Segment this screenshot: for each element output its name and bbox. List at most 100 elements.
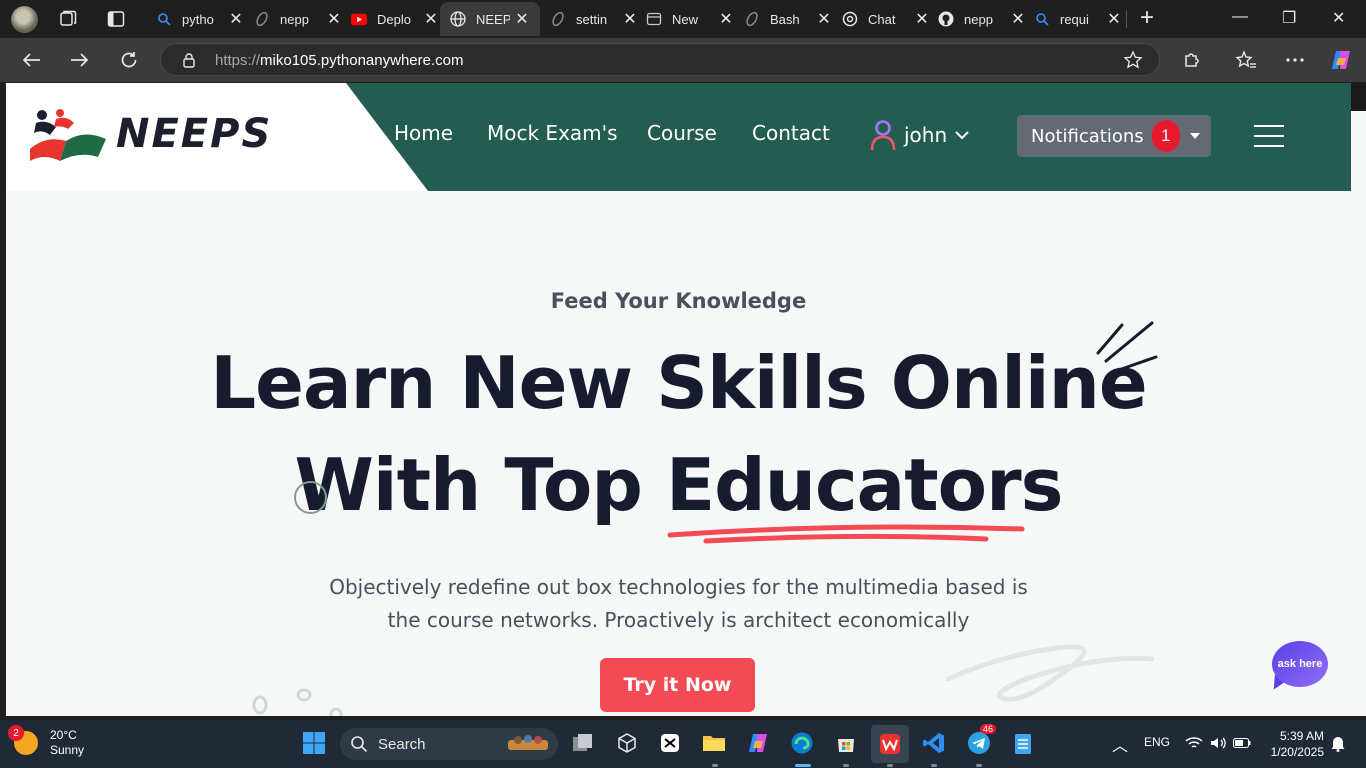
hero-eyebrow: Feed Your Knowledge <box>550 289 807 313</box>
close-tab-icon[interactable]: ✕ <box>423 9 439 29</box>
tab-strip: pytho ✕ nepp ✕ Deplo ✕ NEEP ✕ settin ✕ N… <box>0 0 1366 38</box>
heading-underline-decoration <box>667 524 1025 544</box>
close-tab-icon[interactable]: ✕ <box>228 9 244 29</box>
settings-more-button[interactable] <box>1283 48 1307 72</box>
forward-button[interactable] <box>68 48 92 72</box>
battery-icon[interactable] <box>1233 738 1251 748</box>
hero-description-line1: Objectively redefine out box technologie… <box>329 575 1028 599</box>
notification-bell-icon[interactable] <box>1330 734 1346 752</box>
tab-actions-icon[interactable] <box>106 9 126 29</box>
browser-tab[interactable]: nepp ✕ <box>244 2 342 36</box>
favorites-button[interactable] <box>1234 48 1258 72</box>
favorites-icon <box>1235 50 1256 68</box>
browser-tab[interactable]: pytho ✕ <box>146 2 244 36</box>
sun-icon: 2 <box>8 725 38 755</box>
chat-bubble-icon: ask here <box>1272 641 1328 687</box>
language-indicator[interactable]: ENG <box>1144 735 1170 749</box>
user-menu[interactable]: john <box>870 119 969 151</box>
close-tab-icon[interactable]: ✕ <box>1106 9 1122 29</box>
wifi-icon[interactable] <box>1185 736 1203 750</box>
telegram-icon[interactable]: 46 <box>966 724 997 756</box>
nav-home[interactable]: Home <box>394 121 453 145</box>
workspaces-icon[interactable] <box>58 9 78 29</box>
search-icon <box>1034 11 1050 27</box>
edge-browser-icon[interactable] <box>789 730 815 756</box>
browser-tab[interactable]: nepp ✕ <box>928 2 1026 36</box>
site-logo-text[interactable]: NEEPS <box>116 111 272 157</box>
close-window-button[interactable]: ✕ <box>1332 8 1345 28</box>
volume-icon[interactable] <box>1209 736 1227 750</box>
close-tab-icon[interactable]: ✕ <box>718 9 734 29</box>
microsoft-store-icon[interactable] <box>833 730 859 756</box>
neeps-logo-icon[interactable] <box>26 105 110 165</box>
copilot-app-icon[interactable] <box>745 730 771 756</box>
lock-icon[interactable] <box>181 52 197 68</box>
tab-title: New <box>672 11 699 27</box>
browser-tab[interactable]: Deplo ✕ <box>341 2 439 36</box>
page-scrollbar-thumb[interactable] <box>1351 83 1366 111</box>
copilot-button[interactable] <box>1329 48 1353 72</box>
nav-mock-exams[interactable]: Mock Exam's <box>487 121 618 145</box>
cube-app-icon[interactable] <box>614 730 640 756</box>
ask-here-chat-button[interactable]: ask here <box>1270 641 1330 693</box>
minimize-button[interactable]: — <box>1232 8 1248 26</box>
favorite-star-icon[interactable] <box>1123 50 1143 70</box>
search-icon <box>351 736 368 753</box>
browser-tab-active[interactable]: NEEP ✕ <box>440 2 540 36</box>
newtab-icon <box>646 11 662 27</box>
close-tab-icon[interactable]: ✕ <box>816 9 832 29</box>
extensions-button[interactable] <box>1180 48 1204 72</box>
url-text[interactable]: https://miko105.pythonanywhere.com <box>215 52 463 69</box>
back-button[interactable] <box>19 48 43 72</box>
browser-tab[interactable]: settin ✕ <box>540 2 638 36</box>
new-tab-button[interactable]: + <box>1140 6 1154 30</box>
running-indicator <box>887 764 893 767</box>
running-indicator <box>976 764 982 767</box>
nav-course[interactable]: Course <box>647 121 717 145</box>
page-scrollbar[interactable] <box>1351 83 1366 716</box>
tab-title: nepp <box>280 11 309 27</box>
weather-widget[interactable]: 2 20°C Sunny <box>8 725 84 758</box>
file-explorer-icon[interactable] <box>701 730 727 756</box>
tab-divider <box>1126 10 1127 28</box>
capcut-icon[interactable] <box>657 730 683 756</box>
forward-arrow-icon <box>71 53 89 67</box>
task-view-icon[interactable] <box>570 730 596 756</box>
telegram-badge: 46 <box>980 724 997 734</box>
tab-title: pytho <box>182 11 214 27</box>
chevron-up-icon[interactable]: ︿ <box>1112 732 1128 756</box>
close-tab-icon[interactable]: ✕ <box>326 9 342 29</box>
swirl-icon <box>254 11 270 27</box>
tab-title: requi <box>1060 11 1089 27</box>
notifications-label: Notifications <box>1031 125 1144 147</box>
vscode-icon[interactable] <box>921 730 947 756</box>
hamburger-menu-icon[interactable] <box>1254 125 1284 147</box>
copilot-icon <box>1332 51 1350 69</box>
tab-title: nepp <box>964 11 993 27</box>
openai-icon <box>842 11 858 27</box>
hero-heading-line2: With Top Educators <box>294 443 1064 527</box>
browser-toolbar: https://miko105.pythonanywhere.com <box>0 38 1366 82</box>
browser-tab[interactable]: Chat ✕ <box>832 2 930 36</box>
caret-down-icon <box>1189 133 1200 139</box>
user-name: john <box>904 123 948 147</box>
close-tab-icon[interactable]: ✕ <box>514 9 530 29</box>
notifications-button[interactable]: Notifications 1 <box>1017 115 1211 157</box>
address-bar[interactable]: https://miko105.pythonanywhere.com <box>160 43 1160 76</box>
github-icon <box>938 11 954 27</box>
system-clock[interactable]: 5:39 AM 1/20/2025 <box>1264 728 1324 760</box>
windows-taskbar: 2 20°C Sunny Search 46 ︿ ENG 5:39 AM 1/2… <box>0 720 1366 768</box>
windows-start-icon[interactable] <box>301 730 327 756</box>
browser-tab[interactable]: New ✕ <box>636 2 734 36</box>
try-it-now-button[interactable]: Try it Now <box>600 658 755 712</box>
nav-contact[interactable]: Contact <box>752 121 830 145</box>
browser-tab[interactable]: requi ✕ <box>1024 2 1122 36</box>
globe-icon <box>450 11 466 27</box>
refresh-button[interactable] <box>117 48 141 72</box>
profile-avatar[interactable] <box>11 6 38 33</box>
notepad-icon[interactable] <box>1010 730 1036 756</box>
wps-office-icon[interactable] <box>871 725 909 763</box>
restore-button[interactable]: ❐ <box>1282 8 1296 28</box>
browser-tab[interactable]: Bash ✕ <box>734 2 832 36</box>
taskbar-search[interactable]: Search <box>340 728 558 760</box>
